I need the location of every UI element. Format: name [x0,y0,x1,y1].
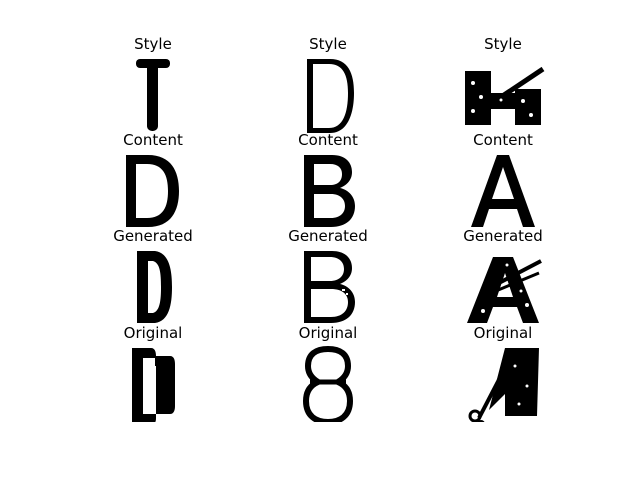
original-glyph-D [132,348,175,422]
content-glyph-B [304,155,355,227]
content-glyph-A [471,155,535,227]
row-label-style: Style [309,35,347,53]
style-glyph-T [136,59,170,131]
row-label-style: Style [484,35,522,53]
style-cell-1: Style [268,35,388,133]
row-label-original: Original [298,324,358,342]
row-label-content: Content [123,131,183,149]
generated-glyph-B [304,251,355,323]
style-glyph-D [307,59,354,133]
row-label-generated: Generated [463,227,543,245]
content-cell-2: Content [443,131,563,227]
style-glyph-H [465,66,545,125]
generated-cell-2: Generated [443,227,563,323]
content-cell-0: Content [93,131,213,227]
generated-cell-1: Generated [268,227,388,323]
row-label-original: Original [473,324,533,342]
original-cell-1: Original [268,324,388,422]
style-cell-0: Style [93,35,213,131]
content-glyph-D [126,155,179,227]
generated-glyph-A [467,257,542,323]
original-cell-0: Original [93,324,213,422]
original-glyph-B [302,345,354,422]
generated-cell-0: Generated [93,227,213,323]
row-label-content: Content [298,131,358,149]
row-label-generated: Generated [113,227,193,245]
content-cell-1: Content [268,131,388,227]
row-label-content: Content [473,131,533,149]
row-label-generated: Generated [288,227,368,245]
row-label-original: Original [123,324,183,342]
style-cell-2: Style [443,35,563,131]
original-glyph-A [468,348,539,422]
generated-glyph-D [137,251,172,323]
row-label-style: Style [134,35,172,53]
original-cell-2: Original [443,324,563,422]
